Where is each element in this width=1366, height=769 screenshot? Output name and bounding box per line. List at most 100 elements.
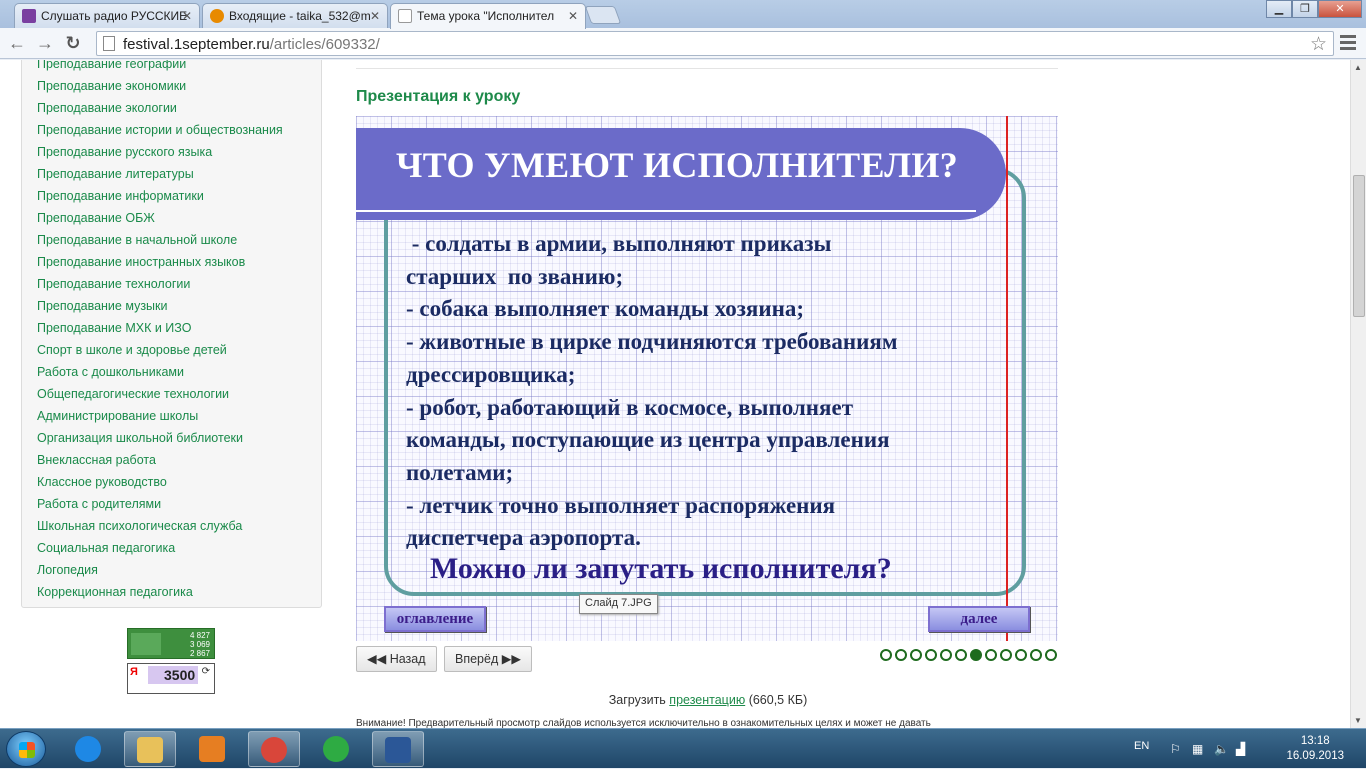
pager-dot[interactable] — [880, 649, 892, 661]
taskbar-media-player[interactable] — [186, 731, 238, 767]
counter-value: 2 867 — [189, 649, 210, 658]
sidebar-item[interactable]: Преподавание географии — [37, 60, 321, 75]
counter-value: 3 069 — [189, 640, 210, 649]
scroll-thumb[interactable] — [1353, 175, 1365, 317]
next-slide-button[interactable]: далее — [928, 606, 1030, 632]
pager-dot[interactable] — [910, 649, 922, 661]
scroll-down-arrow-icon[interactable]: ▼ — [1354, 716, 1362, 725]
sidebar-item[interactable]: Преподавание экологии — [37, 97, 321, 119]
new-tab-button[interactable] — [584, 6, 622, 24]
close-window-button[interactable]: ✕ — [1318, 0, 1362, 18]
divider — [356, 68, 1058, 69]
next-button[interactable]: Вперёд ▶▶ — [444, 646, 532, 672]
pager-dot[interactable] — [1030, 649, 1042, 661]
menu-icon[interactable] — [1340, 35, 1356, 53]
sidebar-item[interactable]: Преподавание МХК и ИЗО — [37, 317, 321, 339]
sidebar-item[interactable]: Преподавание в начальной школе — [37, 229, 321, 251]
sidebar-item[interactable]: Преподавание музыки — [37, 295, 321, 317]
sidebar-item[interactable]: Коррекционная педагогика — [37, 581, 321, 603]
clock-date: 16.09.2013 — [1286, 750, 1344, 762]
sidebar-item[interactable]: Преподавание иностранных языков — [37, 251, 321, 273]
sidebar-item[interactable]: Администрирование школы — [37, 405, 321, 427]
sidebar-item[interactable]: Работа с родителями — [37, 493, 321, 515]
slide-pager-dots — [880, 649, 1057, 661]
taskbar-mail-agent[interactable] — [310, 731, 362, 767]
tab-radio[interactable]: Слушать радио РУССКИЕ ✕ — [14, 3, 200, 28]
page-scrollbar[interactable]: ▲ ▼ — [1350, 60, 1366, 728]
sidebar-item[interactable]: Преподавание истории и обществознания — [37, 119, 321, 141]
slide-line: диспетчера аэропорта. — [406, 525, 641, 551]
next-label: Вперёд — [455, 652, 499, 666]
scroll-up-arrow-icon[interactable]: ▲ — [1354, 63, 1362, 72]
sidebar: Преподавание географии Преподавание эконо… — [21, 60, 322, 608]
tab-label: Входящие - taika_532@m — [229, 9, 371, 23]
sidebar-item[interactable]: Социальная педагогика — [37, 537, 321, 559]
close-tab-icon[interactable]: ✕ — [182, 9, 192, 23]
contents-button[interactable]: оглавление — [384, 606, 486, 632]
taskbar-file-explorer[interactable] — [124, 731, 176, 767]
forward-arrow-icon[interactable]: → — [34, 33, 56, 55]
slide-question: Можно ли запутать исполнителя? — [430, 552, 892, 585]
sidebar-item[interactable]: Работа с дошкольниками — [37, 361, 321, 383]
pager-dot[interactable] — [940, 649, 952, 661]
chrome-icon — [261, 737, 287, 763]
close-tab-icon[interactable]: ✕ — [568, 9, 578, 23]
close-tab-icon[interactable]: ✕ — [370, 9, 380, 23]
sidebar-item[interactable]: Логопедия — [37, 559, 321, 581]
pager-dot[interactable] — [1045, 649, 1057, 661]
slide-line: - робот, работающий в космосе, выполняет — [406, 394, 853, 420]
red-margin-line — [1006, 116, 1008, 641]
taskbar: EN ⚐ ▦ 🔈 ▟ 13:18 16.09.2013 — [0, 728, 1366, 768]
clock[interactable]: 13:18 16.09.2013 — [1286, 734, 1344, 764]
address-bar[interactable]: festival.1september.ru/articles/609332/ … — [96, 31, 1334, 56]
download-presentation-link[interactable]: презентацию — [669, 693, 745, 707]
file-explorer-icon — [137, 737, 163, 763]
taskbar-word[interactable] — [372, 731, 424, 767]
pager-dot[interactable] — [955, 649, 967, 661]
window-controls: ▁ ❐ ✕ — [1266, 0, 1362, 18]
language-indicator[interactable]: EN — [1134, 740, 1149, 752]
pager-dot[interactable] — [925, 649, 937, 661]
sidebar-item[interactable]: Преподавание русского языка — [37, 141, 321, 163]
web-page: Преподавание географии Преподавание эконо… — [0, 60, 1350, 728]
pager-dot[interactable] — [985, 649, 997, 661]
tab-mail[interactable]: Входящие - taika_532@m ✕ — [202, 3, 388, 28]
tab-lesson[interactable]: Тема урока "Исполнител ✕ — [390, 3, 586, 29]
network-icon[interactable]: ▦ — [1192, 742, 1206, 756]
page-icon — [103, 36, 115, 51]
pager-dot[interactable] — [1015, 649, 1027, 661]
pager-dot[interactable] — [1000, 649, 1012, 661]
maximize-button[interactable]: ❐ — [1292, 0, 1318, 18]
pager-dot[interactable] — [970, 649, 982, 661]
volume-icon[interactable]: 🔈 — [1214, 742, 1229, 756]
reload-icon[interactable]: ↻ — [62, 33, 84, 55]
slide-line: - солдаты в армии, выполняют приказы — [406, 231, 832, 256]
sidebar-item[interactable]: Организация школьной библиотеки — [37, 427, 321, 449]
sidebar-item[interactable]: Преподавание технологии — [37, 273, 321, 295]
signal-icon[interactable]: ▟ — [1236, 742, 1250, 756]
sidebar-item[interactable]: Спорт в школе и здоровье детей — [37, 339, 321, 361]
yandex-counter[interactable]: Я 3500 ⟳ — [127, 663, 215, 694]
liveinternet-counter[interactable]: 4 827 3 069 2 867 — [127, 628, 215, 659]
sidebar-item[interactable]: Преподавание информатики — [37, 185, 321, 207]
yandex-value: 3500 — [148, 666, 198, 684]
minimize-button[interactable]: ▁ — [1266, 0, 1292, 18]
browser-toolbar: ← → ↻ festival.1september.ru/articles/60… — [0, 28, 1366, 59]
sidebar-item[interactable]: Школьная психологическая служба — [37, 515, 321, 537]
prev-button[interactable]: ◀◀ Назад — [356, 646, 437, 672]
address-url: festival.1september.ru/articles/609332/ — [123, 36, 380, 53]
flag-icon[interactable]: ⚐ — [1170, 742, 1184, 756]
taskbar-internet-explorer[interactable] — [62, 731, 114, 767]
bookmark-star-icon[interactable]: ☆ — [1310, 33, 1327, 56]
start-button[interactable] — [6, 731, 46, 767]
sidebar-item[interactable]: Общепедагогические технологии — [37, 383, 321, 405]
taskbar-chrome[interactable] — [248, 731, 300, 767]
sidebar-item[interactable]: Внеклассная работа — [37, 449, 321, 471]
slide-line: полетами; — [406, 459, 514, 485]
back-arrow-icon[interactable]: ← — [6, 33, 28, 55]
sidebar-item[interactable]: Классное руководство — [37, 471, 321, 493]
sidebar-item[interactable]: Преподавание экономики — [37, 75, 321, 97]
pager-dot[interactable] — [895, 649, 907, 661]
sidebar-item[interactable]: Преподавание литературы — [37, 163, 321, 185]
sidebar-item[interactable]: Преподавание ОБЖ — [37, 207, 321, 229]
